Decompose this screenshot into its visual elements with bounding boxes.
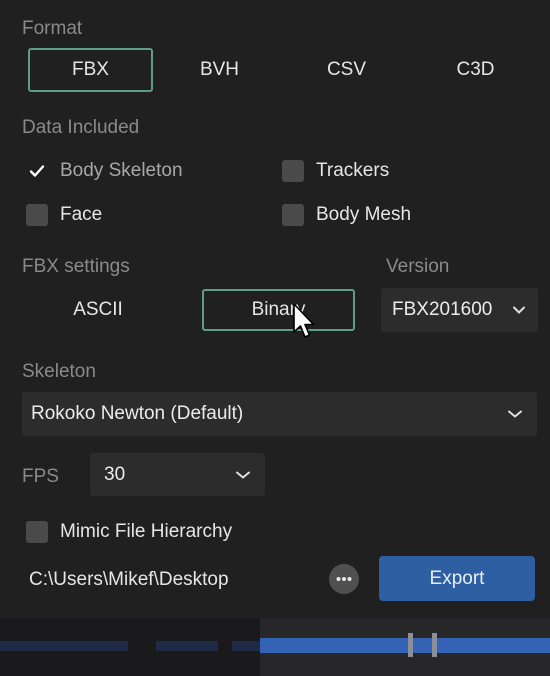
- mouse-cursor-icon: [292, 302, 316, 345]
- chevron-down-icon: [512, 305, 526, 315]
- skeleton-dropdown[interactable]: Rokoko Newton (Default): [22, 392, 537, 436]
- mimic-file-hierarchy-label: Mimic File Hierarchy: [60, 521, 233, 542]
- fbx-ascii-option[interactable]: ASCII: [34, 289, 162, 331]
- mimic-file-hierarchy-checkbox[interactable]: Mimic File Hierarchy: [26, 521, 232, 543]
- more-dots-icon: [336, 576, 352, 582]
- chevron-down-icon: [235, 470, 251, 480]
- body-skeleton-checkbox[interactable]: Body Skeleton: [26, 160, 183, 182]
- body-mesh-label: Body Mesh: [316, 204, 412, 225]
- trackers-label: Trackers: [316, 160, 390, 181]
- fps-heading: FPS: [22, 466, 59, 487]
- checkbox-box: [26, 521, 48, 543]
- browse-more-button[interactable]: [329, 564, 359, 594]
- version-dropdown[interactable]: FBX201600: [381, 288, 538, 332]
- face-checkbox[interactable]: Face: [26, 204, 102, 226]
- format-option-fbx[interactable]: FBX: [28, 48, 153, 92]
- face-label: Face: [60, 204, 103, 225]
- chevron-down-icon: [507, 409, 523, 419]
- timeline-strip[interactable]: [0, 618, 550, 676]
- export-button[interactable]: Export: [379, 556, 535, 601]
- checkbox-box: [26, 204, 48, 226]
- fps-value: 30: [104, 463, 126, 485]
- version-heading: Version: [386, 256, 450, 277]
- body-mesh-checkbox[interactable]: Body Mesh: [282, 204, 411, 226]
- format-heading: Format: [22, 18, 83, 39]
- checkbox-box: [282, 204, 304, 226]
- checkbox-box: [282, 160, 304, 182]
- body-skeleton-label: Body Skeleton: [60, 160, 183, 181]
- fbx-settings-heading: FBX settings: [22, 256, 130, 277]
- checkmark-icon: [26, 160, 48, 182]
- fps-dropdown[interactable]: 30: [90, 453, 265, 496]
- fbx-binary-option[interactable]: Binary: [202, 289, 355, 331]
- timeline-clip: [0, 641, 128, 651]
- format-option-csv[interactable]: CSV: [284, 48, 409, 92]
- timeline-handle-right[interactable]: [432, 633, 437, 657]
- export-path: C:\Users\Mikef\Desktop: [29, 569, 229, 590]
- data-included-heading: Data Included: [22, 117, 140, 138]
- timeline-clip: [156, 641, 218, 651]
- version-value: FBX201600: [392, 299, 493, 320]
- skeleton-heading: Skeleton: [22, 361, 96, 382]
- format-option-c3d[interactable]: C3D: [413, 48, 538, 92]
- timeline-clip: [232, 641, 260, 651]
- timeline-selected-clip: [260, 638, 550, 653]
- timeline-handle-left[interactable]: [408, 633, 413, 657]
- format-option-bvh[interactable]: BVH: [157, 48, 282, 92]
- skeleton-value: Rokoko Newton (Default): [31, 403, 244, 424]
- trackers-checkbox[interactable]: Trackers: [282, 160, 389, 182]
